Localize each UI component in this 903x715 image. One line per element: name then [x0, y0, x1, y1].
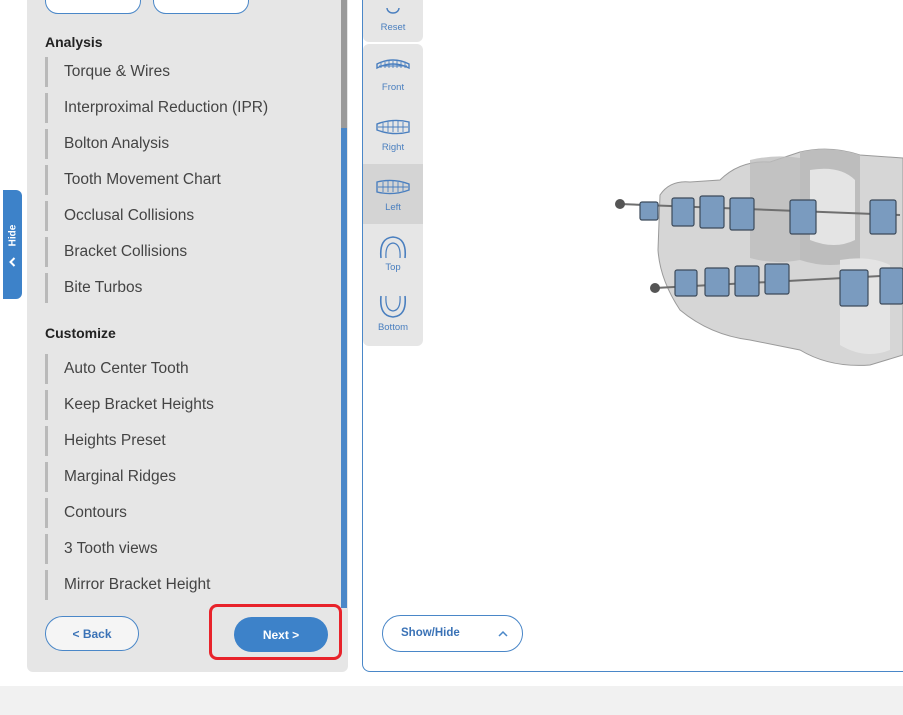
top-tab-button-1[interactable]: [45, 0, 141, 14]
dental-model-render: [615, 148, 903, 366]
view-right-button[interactable]: Right: [363, 104, 423, 164]
top-tab-button-2[interactable]: [153, 0, 249, 14]
chevron-left-icon: [9, 257, 16, 267]
menu-item-tooth-movement-chart[interactable]: Tooth Movement Chart: [45, 165, 335, 195]
section-title-analysis: Analysis: [45, 34, 103, 50]
section-title-customize: Customize: [45, 325, 116, 341]
teeth-front-icon: [376, 59, 410, 70]
menu-item-marginal-ridges[interactable]: Marginal Ridges: [45, 462, 335, 492]
arch-top-icon: [379, 236, 407, 259]
menu-item-contours[interactable]: Contours: [45, 498, 335, 528]
scrollbar-thumb[interactable]: [341, 0, 347, 128]
view-bottom-button[interactable]: Bottom: [363, 284, 423, 344]
view-left-label: Left: [385, 202, 401, 213]
view-front-button[interactable]: Front: [363, 44, 423, 104]
menu-item-bite-turbos[interactable]: Bite Turbos: [45, 273, 335, 303]
menu-item-ipr[interactable]: Interproximal Reduction (IPR): [45, 93, 335, 123]
reset-view-button[interactable]: Reset: [363, 0, 423, 42]
back-button[interactable]: < Back: [45, 616, 139, 651]
view-right-label: Right: [381, 142, 405, 153]
teeth-left-icon: [376, 179, 410, 195]
view-left-button[interactable]: Left: [363, 164, 423, 224]
view-toolbar: Front Right Left Top Bottom: [363, 44, 423, 346]
next-button-highlight: [209, 604, 342, 660]
menu-item-torque-wires[interactable]: Torque & Wires: [45, 57, 335, 87]
menu-item-mirror-bracket-height[interactable]: Mirror Bracket Height: [45, 570, 335, 600]
menu-item-occlusal-collisions[interactable]: Occlusal Collisions: [45, 201, 335, 231]
reset-icon: [386, 7, 400, 14]
menu-item-bolton-analysis[interactable]: Bolton Analysis: [45, 129, 335, 159]
view-top-label: Top: [385, 262, 401, 273]
reset-label: Reset: [380, 22, 406, 33]
menu-item-bracket-collisions[interactable]: Bracket Collisions: [45, 237, 335, 267]
view-bottom-label: Bottom: [377, 322, 409, 333]
arch-bottom-icon: [379, 295, 407, 318]
hide-label: Hide: [7, 224, 18, 247]
view-top-button[interactable]: Top: [363, 224, 423, 284]
chevron-up-icon: [498, 630, 508, 637]
menu-item-3-tooth-views[interactable]: 3 Tooth views: [45, 534, 335, 564]
show-hide-button[interactable]: Show/Hide: [382, 615, 523, 652]
menu-item-auto-center-tooth[interactable]: Auto Center Tooth: [45, 354, 335, 384]
menu-item-heights-preset[interactable]: Heights Preset: [45, 426, 335, 456]
app-root: Hide Analysis Torque & Wires Interproxim…: [0, 0, 903, 715]
menu-item-keep-bracket-heights[interactable]: Keep Bracket Heights: [45, 390, 335, 420]
view-front-label: Front: [381, 82, 405, 93]
footer-bar: [0, 686, 903, 715]
scrollbar-progress: [341, 128, 347, 608]
show-hide-label: Show/Hide: [401, 627, 460, 639]
hide-sidebar-tab[interactable]: Hide: [3, 190, 22, 299]
teeth-right-icon: [376, 119, 410, 135]
sidebar-panel: Analysis Torque & Wires Interproximal Re…: [27, 0, 348, 672]
